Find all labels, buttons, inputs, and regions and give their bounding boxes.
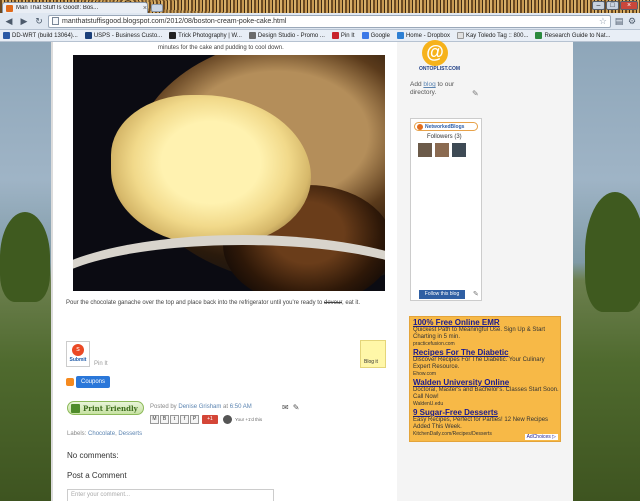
page-menu-icon[interactable]: ▤ [614,16,624,27]
label-chocolate[interactable]: Chocolate [88,431,115,437]
bookmark-favicon-icon [248,32,256,39]
ad-item[interactable]: Recipes For The Diabetic Discover Recipe… [413,348,561,377]
url-text[interactable]: manthatstuffisgood.blogspot.com/2012/08/… [62,18,596,25]
pinterest-share-button[interactable]: P [190,415,199,424]
email-post-icon[interactable]: ✉ [282,403,289,412]
bookmark-1[interactable]: DD-WRT (build 13064)... [3,32,78,39]
new-tab-button[interactable] [151,4,163,12]
edit-widget-icon[interactable]: ✎ [473,290,479,298]
ad-item[interactable]: 100% Free Online EMR Quickest Path to Me… [413,318,561,347]
bookmark-favicon-icon [169,32,177,39]
blogger-favicon-icon [6,4,13,12]
back-arrow-icon[interactable]: ◀ [3,15,15,27]
author-link[interactable]: Denise Grisham [178,404,221,410]
follower-avatars [418,143,466,157]
tab-strip: Man That Stuff Is Good!: Bos... × – □ × [0,0,640,13]
wrench-edit-icon[interactable]: ✎ [472,89,479,98]
post-tools: ✉ ✎ [282,403,299,412]
twitter-share-button[interactable]: t [170,415,179,424]
email-share-button[interactable]: M [150,415,159,424]
strikethrough-word: devour [323,300,342,306]
printer-icon [71,403,80,413]
forward-arrow-icon[interactable]: ▶ [18,15,30,27]
print-friendly-button[interactable]: Print Friendly [67,401,144,415]
post-text-top: minutes for the cake and pudding to cool… [158,45,284,51]
close-window-button[interactable]: × [620,1,638,10]
ontoplist-logo-icon: @ [422,40,448,66]
adchoices-link[interactable]: AdChoices ▷ [524,434,558,440]
post-text-bottom: Pour the chocolate ganache over the top … [66,300,361,306]
avatar[interactable] [435,143,449,157]
avatar[interactable] [418,143,432,157]
bookmark-favicon-icon [3,32,10,39]
coupons-button[interactable]: Coupons [76,376,111,388]
add-blog-text: Add blog to our directory. [410,81,455,96]
cake-photo[interactable] [73,55,385,291]
bookmark-2[interactable]: USPS - Business Custo... [84,32,162,39]
followers-count: Followers (3) [427,134,462,140]
close-tab-icon[interactable]: × [143,5,147,12]
networkedblogs-widget: NetworkedBlogs Followers (3) Follow this… [410,118,482,301]
bookmark-favicon-icon [535,32,543,39]
comments-heading: No comments: [67,451,119,460]
add-blog-link[interactable]: blog [423,81,435,88]
ad-item[interactable]: Walden University Online Doctoral, Maste… [413,378,561,407]
pin-it-link[interactable]: Pin It [94,361,108,367]
comment-input[interactable]: Enter your comment... [67,489,274,501]
label-desserts[interactable]: Desserts [118,431,142,437]
maximize-button[interactable]: □ [606,1,619,10]
timestamp-link[interactable]: 6:50 AM [230,404,252,410]
bookmark-favicon-icon [84,32,92,39]
avatar [223,415,232,424]
bookmark-favicon-icon [361,32,369,39]
facebook-share-button[interactable]: f [180,415,189,424]
post-labels: Labels: Chocolate, Desserts [67,431,143,437]
blogthis-share-button[interactable]: B [160,415,169,424]
ad-item[interactable]: 9 Sugar-Free Desserts Easy Recipes, Perf… [413,408,561,437]
window-controls: – □ × [592,1,638,10]
tab-title: Man That Stuff Is Good!: Bos... [16,5,99,11]
share-buttons: M B t f P +1 Your +1'd this [150,415,262,424]
bookmark-4[interactable]: Design Studio - Promo ... [248,32,325,39]
bookmark-favicon-icon [331,32,339,39]
browser-tab[interactable]: Man That Stuff Is Good!: Bos... × [2,2,148,13]
follow-blog-button[interactable]: Follow this blog [419,290,465,299]
plus-one-text: Your +1'd this [235,417,263,422]
blog-it-button[interactable]: Blog it [360,340,386,368]
bookmark-8[interactable]: Kay Toledo Tag :: 800... [456,32,528,39]
bookmark-5[interactable]: Pin It [331,32,355,39]
bookmark-3[interactable]: Trick Photography | W... [169,32,242,39]
page-icon [52,17,59,25]
bookmark-7[interactable]: Home - Dropbox [396,32,450,39]
google-plus-one-button[interactable]: +1 [202,415,218,424]
address-bar[interactable]: manthatstuffisgood.blogspot.com/2012/08/… [48,14,611,28]
networkedblogs-logo[interactable]: NetworkedBlogs [414,122,478,131]
browser-toolbar: ◀ ▶ ↻ manthatstuffisgood.blogspot.com/20… [0,13,640,30]
bookmarks-bar: DD-WRT (build 13064)... USPS - Business … [0,30,640,42]
networkedblogs-icon [417,123,423,130]
bookmark-9[interactable]: Research Guide to Nat... [535,32,611,39]
bookmark-star-icon[interactable]: ☆ [599,16,607,27]
post-comment-heading: Post a Comment [67,471,127,480]
avatar[interactable] [452,143,466,157]
wrench-icon[interactable]: ⚙ [627,16,637,27]
minimize-button[interactable]: – [592,1,605,10]
stumbleupon-icon: s [72,344,84,356]
reload-icon[interactable]: ↻ [33,15,45,27]
ontoplist-badge[interactable]: @ ONTOPLIST.COM [419,40,460,76]
bookmark-favicon-icon [396,32,404,39]
post-byline: Posted by Denise Grisham at 6:50 AM [150,404,252,410]
bookmark-favicon-icon [456,32,464,39]
stumbleupon-submit-button[interactable]: s Submit [66,341,90,367]
adsense-block: 100% Free Online EMR Quickest Path to Me… [409,316,561,442]
bookmark-6[interactable]: Google [361,32,390,39]
edit-pencil-icon[interactable]: ✎ [293,403,300,412]
coupons-widget: Coupons [66,376,111,388]
coupon-icon [66,378,74,386]
